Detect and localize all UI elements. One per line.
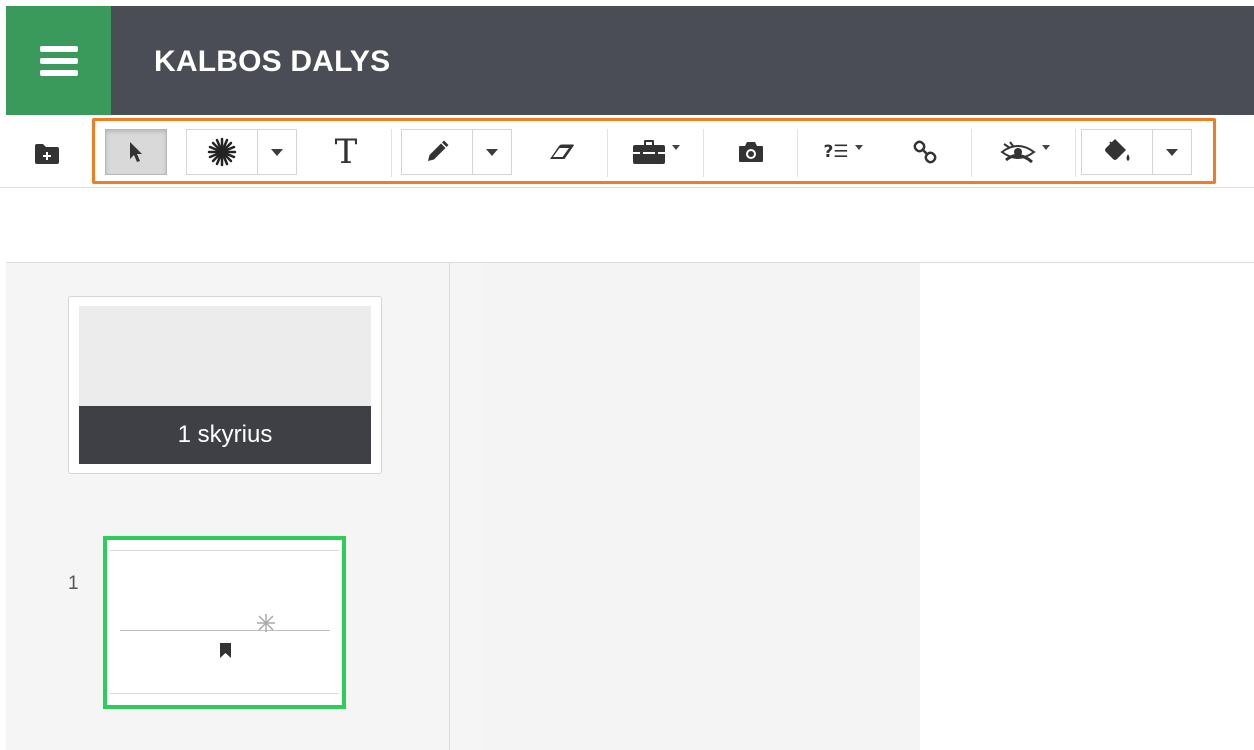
pen-tool-button[interactable]	[401, 129, 473, 175]
section-label: 1 skyrius	[79, 406, 371, 464]
eraser-icon	[550, 144, 574, 159]
select-tool-button[interactable]	[105, 129, 167, 175]
text-tool-button[interactable]: T	[313, 129, 379, 175]
starburst-icon	[257, 614, 275, 632]
toolbox-button[interactable]	[617, 129, 695, 175]
toolbar-divider	[391, 129, 392, 177]
workspace-area	[920, 262, 1254, 750]
bookmark-icon	[220, 643, 231, 658]
toolbar: T ?☰	[0, 115, 1254, 188]
link-button[interactable]	[889, 129, 961, 175]
panel-splitter[interactable]	[449, 262, 485, 750]
chevron-down-icon	[672, 144, 680, 150]
thumbnail-page	[110, 550, 339, 694]
hamburger-icon	[39, 45, 78, 76]
camera-button[interactable]	[713, 129, 789, 175]
section-preview	[79, 306, 371, 406]
eraser-tool-button[interactable]	[527, 129, 597, 175]
drawing-tools-group: T ?☰	[92, 118, 1216, 184]
quiz-button[interactable]: ?☰	[807, 129, 879, 175]
menu-button[interactable]	[6, 6, 111, 115]
cursor-arrow-icon	[130, 142, 142, 162]
folder-add-icon	[35, 144, 59, 164]
toolbar-divider	[607, 129, 608, 177]
question-list-icon: ?☰	[823, 142, 849, 162]
text-icon: T	[334, 132, 358, 172]
chevron-down-icon	[271, 148, 283, 156]
fill-dropdown-button[interactable]	[1152, 129, 1192, 175]
toolbar-divider	[703, 129, 704, 177]
app-header: KALBOS DALYS	[6, 6, 1254, 115]
chevron-down-icon	[854, 144, 863, 150]
fill-tool-button[interactable]	[1081, 129, 1153, 175]
starburst-icon	[207, 137, 237, 167]
paint-bucket-icon	[1105, 139, 1130, 161]
editor-canvas[interactable]	[484, 262, 920, 750]
pages-panel: 1 skyrius 1	[6, 262, 449, 750]
eye-hide-icon	[1000, 141, 1036, 164]
link-icon	[913, 140, 937, 164]
add-folder-button[interactable]	[28, 135, 66, 173]
page-title: KALBOS DALYS	[154, 45, 391, 78]
toolbox-icon	[633, 140, 665, 164]
pen-dropdown-button[interactable]	[472, 129, 512, 175]
toolbar-divider	[971, 129, 972, 177]
toolbar-divider	[797, 129, 798, 177]
toolbar-divider	[1075, 129, 1076, 177]
visibility-button[interactable]	[981, 129, 1069, 175]
chevron-down-icon	[1166, 148, 1178, 156]
chevron-down-icon	[486, 148, 498, 156]
chevron-down-icon	[1042, 144, 1050, 150]
camera-icon	[739, 142, 763, 162]
section-card[interactable]: 1 skyrius	[68, 296, 382, 474]
effects-dropdown-button[interactable]	[257, 129, 297, 175]
page-number: 1	[68, 573, 79, 594]
thumbnail-rule	[120, 630, 330, 631]
page-thumbnail-selected[interactable]	[103, 536, 346, 709]
pencil-icon	[428, 140, 449, 161]
effects-tool-button[interactable]	[186, 129, 258, 175]
